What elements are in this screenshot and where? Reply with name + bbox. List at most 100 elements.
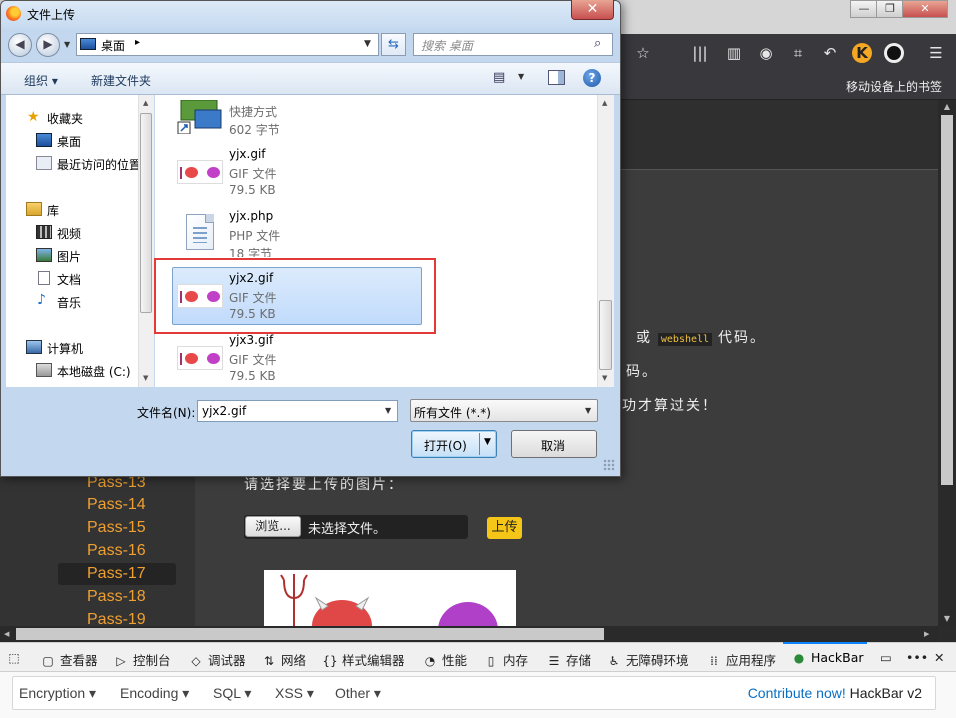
new-folder-button[interactable]: 新建文件夹 <box>91 72 151 89</box>
tab-application[interactable]: ⁞⁞ 应用程序 <box>706 650 776 669</box>
tab-network[interactable]: ⇅ 网络 <box>261 650 306 669</box>
nav-local-disk[interactable]: 本地磁盘 (C:) <box>57 363 131 380</box>
nav-videos[interactable]: 视频 <box>57 225 81 242</box>
pick-element-icon[interactable]: ⬚ <box>6 650 26 665</box>
performance-icon: ◔ <box>424 654 436 668</box>
nav-pane-scroll-thumb[interactable] <box>140 113 152 313</box>
tab-performance[interactable]: ◔ 性能 <box>422 650 467 669</box>
upload-button[interactable]: 上传 <box>487 517 522 539</box>
file-type: PHP 文件 <box>229 229 281 243</box>
browse-button[interactable]: 浏览... <box>245 516 301 537</box>
file-name: yjx3.gif <box>229 333 274 347</box>
pass-link-18[interactable]: Pass-18 <box>58 586 176 608</box>
dock-icon[interactable]: ▭ <box>880 650 892 665</box>
resize-grip-icon[interactable] <box>603 459 615 471</box>
screenshot-icon[interactable]: ⌗ <box>788 43 808 63</box>
search-placeholder: 搜索 桌面 <box>421 39 473 53</box>
organize-button[interactable]: 组织 ▾ <box>24 72 58 89</box>
extension-icon[interactable]: K <box>852 43 872 63</box>
page-horizontal-thumb[interactable] <box>16 628 604 640</box>
search-icon[interactable]: ⌕ <box>594 36 601 51</box>
scroll-left-icon[interactable]: ◀ <box>4 630 9 638</box>
instructions-line-3: 功才算过关！ <box>622 397 718 413</box>
forward-button[interactable]: ▶ <box>36 33 60 57</box>
menu-other[interactable]: Other ▾ <box>335 685 381 702</box>
browser-close-button[interactable]: ✕ <box>902 0 948 18</box>
filename-dropdown-icon[interactable]: ▼ <box>385 406 391 415</box>
pass-link-17[interactable]: Pass-17 <box>58 563 176 585</box>
minimize-button[interactable]: — <box>850 0 878 18</box>
filetype-value[interactable]: 所有文件 (*.*) <box>414 404 491 421</box>
nav-pictures[interactable]: 图片 <box>57 248 81 265</box>
scroll-up-icon[interactable]: ▲ <box>941 102 953 111</box>
console-icon: ▷ <box>116 654 126 668</box>
dialog-close-button[interactable]: ✕ <box>571 0 614 20</box>
mobile-bookmarks[interactable]: 移动设备上的书签 <box>846 78 942 95</box>
help-icon[interactable]: ? <box>583 69 601 87</box>
nav-music[interactable]: 音乐 <box>57 294 81 311</box>
undo-icon[interactable]: ↶ <box>820 43 840 63</box>
contribute-link[interactable]: Contribute now! <box>748 685 846 701</box>
dialog-title: 文件上传 <box>27 8 76 22</box>
file-size: 18 字节 <box>229 247 273 257</box>
record-icon[interactable] <box>884 43 904 63</box>
tab-storage[interactable]: ☰ 存储 <box>546 650 591 669</box>
change-view-icon[interactable]: ▤ <box>493 70 511 86</box>
file-list-scroll-thumb[interactable] <box>599 300 612 370</box>
scroll-down-icon[interactable]: ▼ <box>941 614 953 623</box>
tab-style-editor[interactable]: {} 样式编辑器 <box>322 650 404 669</box>
more-icon[interactable]: ••• <box>906 650 928 665</box>
file-scroll-down-icon[interactable]: ▼ <box>602 374 607 382</box>
breadcrumb-arrow-icon[interactable]: ▸ <box>135 37 140 48</box>
nav-desktop[interactable]: 桌面 <box>57 133 81 150</box>
recent-pages-dropdown-icon[interactable]: ▼ <box>64 40 70 49</box>
nav-documents[interactable]: 文档 <box>57 271 81 288</box>
filename-label: 文件名(N): <box>137 406 196 420</box>
nav-scroll-up-icon[interactable]: ▲ <box>143 99 148 107</box>
preview-pane-icon[interactable] <box>548 70 565 85</box>
menu-encoding[interactable]: Encoding ▾ <box>120 685 189 702</box>
tab-console[interactable]: ▷ 控制台 <box>113 650 170 669</box>
nav-libraries[interactable]: 库 <box>47 202 59 219</box>
view-options-dropdown-icon[interactable]: ▼ <box>518 72 524 81</box>
account-icon[interactable]: ◉ <box>756 43 776 63</box>
bookmark-star-icon[interactable]: ☆ <box>633 43 653 63</box>
page-vertical-thumb[interactable] <box>941 115 953 485</box>
desktop-folder-icon <box>80 38 96 50</box>
menu-xss[interactable]: XSS ▾ <box>275 685 314 702</box>
pass-link-15[interactable]: Pass-15 <box>58 517 176 539</box>
nav-scroll-down-icon[interactable]: ▼ <box>143 374 148 382</box>
tab-memory[interactable]: ▯ 内存 <box>483 650 528 669</box>
restore-button[interactable]: ❐ <box>876 0 904 18</box>
menu-icon[interactable]: ☰ <box>926 43 946 63</box>
scroll-right-icon[interactable]: ▶ <box>924 630 929 638</box>
tab-inspector[interactable]: ▢ 查看器 <box>40 650 97 669</box>
cancel-button-label[interactable]: 取消 <box>541 437 565 454</box>
pass-link-16[interactable]: Pass-16 <box>58 540 176 562</box>
menu-sql[interactable]: SQL ▾ <box>213 685 251 702</box>
address-location[interactable]: 桌面 <box>101 37 125 54</box>
pass-link-14[interactable]: Pass-14 <box>58 494 176 516</box>
library-icon[interactable]: ||| <box>690 43 710 63</box>
webshell-code: webshell <box>657 333 713 346</box>
file-type: GIF 文件 <box>229 167 277 181</box>
open-options-dropdown-icon[interactable]: ▼ <box>484 437 491 447</box>
filename-value[interactable]: yjx2.gif <box>202 404 246 418</box>
videos-icon <box>36 225 52 239</box>
devtools-close-icon[interactable]: ✕ <box>934 650 944 665</box>
file-scroll-up-icon[interactable]: ▲ <box>602 99 607 107</box>
nav-favorites[interactable]: 收藏夹 <box>47 110 83 127</box>
filetype-dropdown-icon[interactable]: ▼ <box>585 406 591 415</box>
nav-recent[interactable]: 最近访问的位置 <box>57 156 141 173</box>
refresh-button[interactable]: ⇆ <box>381 33 406 56</box>
menu-encryption[interactable]: Encryption ▾ <box>19 685 96 702</box>
tab-hackbar[interactable]: ● HackBar <box>791 650 864 665</box>
back-button[interactable]: ◀ <box>8 33 32 57</box>
address-dropdown-icon[interactable]: ▼ <box>364 39 371 49</box>
tab-debugger[interactable]: ◇ 调试器 <box>188 650 245 669</box>
open-button-label[interactable]: 打开(O) <box>424 437 467 454</box>
tab-accessibility[interactable]: ♿ 无障碍环境 <box>606 650 689 669</box>
instructions-line-1: 或 webshell 代码。 <box>636 327 766 347</box>
nav-computer[interactable]: 计算机 <box>47 340 83 357</box>
sidebar-icon[interactable]: ▥ <box>724 43 744 63</box>
